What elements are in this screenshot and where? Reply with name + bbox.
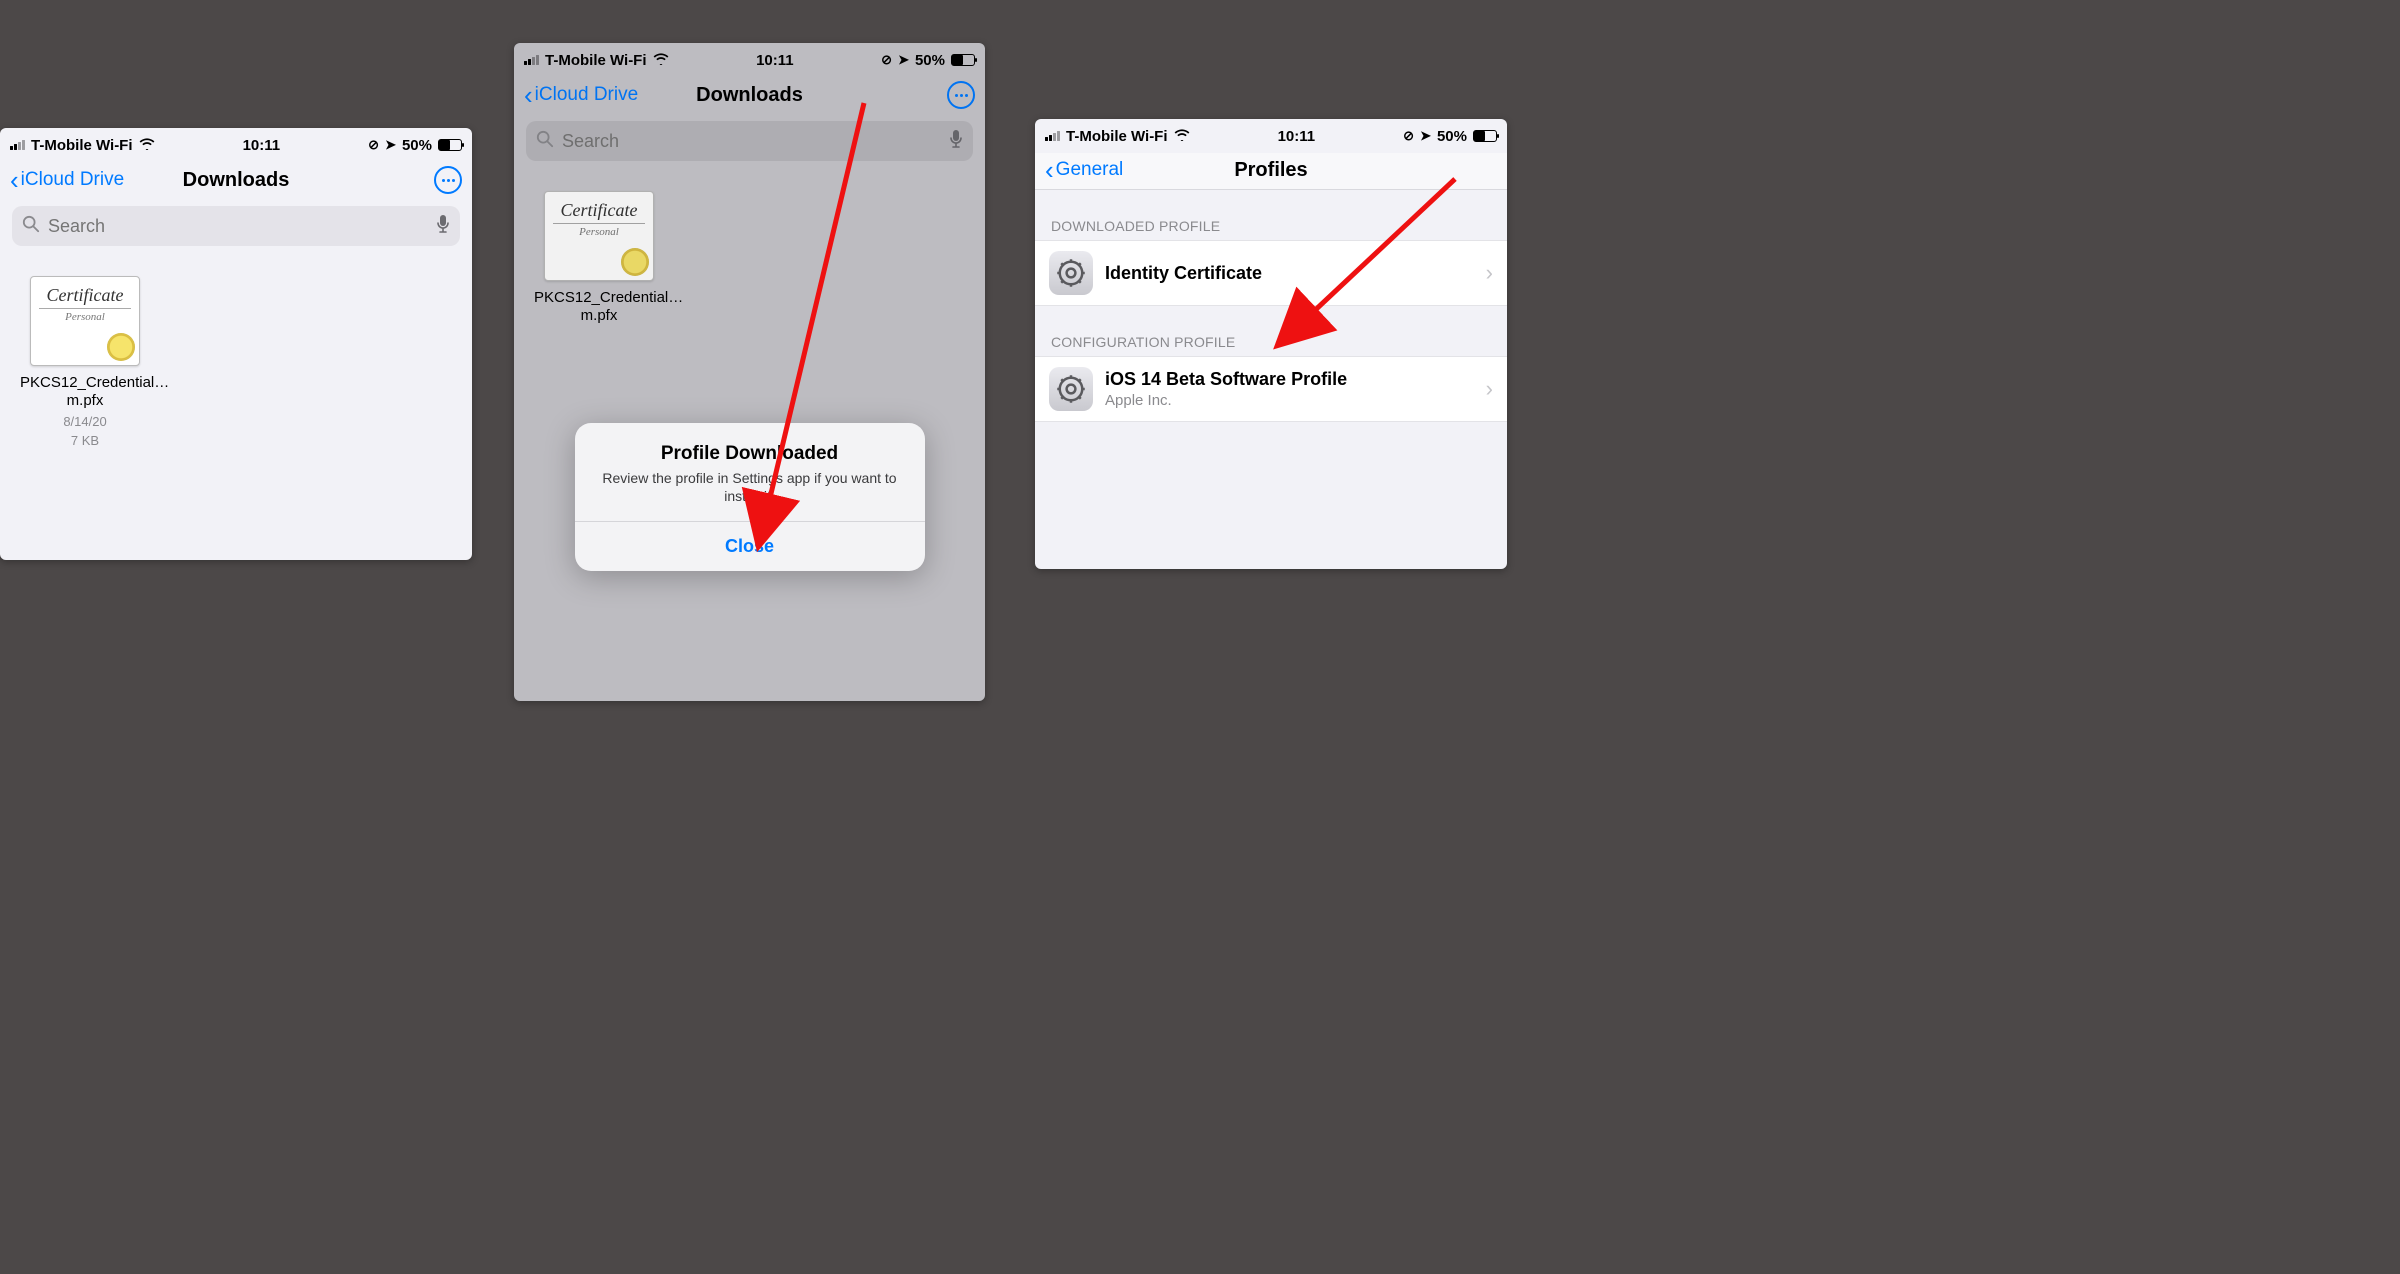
file-item[interactable]: Certificate Personal PKCS12_Credential…m… [20,276,150,448]
section-header-downloaded: DOWNLOADED PROFILE [1035,190,1507,240]
cert-sub: Personal [39,311,131,323]
chevron-right-icon: › [1486,260,1493,286]
carrier-label: T-Mobile Wi-Fi [1066,128,1168,145]
seal-icon [107,333,135,361]
phone-settings: T-Mobile Wi-Fi 10:11 ⊘ ➤ 50% ‹General Pr… [1035,119,1507,569]
row-title: Identity Certificate [1105,263,1474,284]
status-bar: T-Mobile Wi-Fi 10:11 ⊘ ➤ 50% [1035,119,1507,153]
alert-message: Review the profile in Settings app if yo… [593,469,907,505]
alert-title: Profile Downloaded [593,443,907,465]
clock-label: 10:11 [243,137,281,154]
chevron-left-icon: ‹ [1045,157,1054,183]
mic-icon[interactable] [436,214,450,239]
location-icon: ➤ [1420,128,1431,144]
back-label: General [1056,159,1124,181]
profile-row-identity[interactable]: Identity Certificate › [1035,240,1507,306]
search-input[interactable] [48,216,428,237]
chevron-right-icon: › [1486,376,1493,402]
section-header-config: CONFIGURATION PROFILE [1035,306,1507,356]
cert-title: Certificate [39,285,131,309]
gear-icon [1049,251,1093,295]
nav-bar: ‹iCloud Drive Downloads [0,162,472,200]
alert-close-button[interactable]: Close [575,521,925,571]
battery-pct: 50% [402,137,432,154]
rotation-lock-icon: ⊘ [1403,128,1414,144]
profile-row-beta[interactable]: iOS 14 Beta Software Profile Apple Inc. … [1035,356,1507,422]
battery-icon [438,139,462,151]
signal-icon [1045,131,1060,141]
back-label: iCloud Drive [21,169,124,191]
back-button[interactable]: ‹iCloud Drive [10,167,124,193]
file-size: 7 KB [20,433,150,448]
chevron-left-icon: ‹ [10,167,19,193]
nav-bar: ‹General Profiles [1035,153,1507,190]
modal-overlay [514,43,985,701]
wifi-icon [1174,128,1190,144]
row-title: iOS 14 Beta Software Profile [1105,369,1474,390]
more-button[interactable] [434,166,462,194]
signal-icon [10,140,25,150]
certificate-icon: Certificate Personal [30,276,140,366]
search-icon [22,215,40,238]
phone-files-1: T-Mobile Wi-Fi 10:11 ⊘ ➤ 50% ‹iCloud Dri… [0,128,472,560]
status-bar: T-Mobile Wi-Fi 10:11 ⊘ ➤ 50% [0,128,472,162]
file-date: 8/14/20 [20,414,150,429]
battery-icon [1473,130,1497,142]
alert-dialog: Profile Downloaded Review the profile in… [575,423,925,571]
rotation-lock-icon: ⊘ [368,137,379,153]
wifi-icon [139,137,155,153]
search-field[interactable] [12,206,460,246]
back-button[interactable]: ‹General [1045,157,1123,183]
row-subtitle: Apple Inc. [1105,392,1474,409]
phone-files-2: T-Mobile Wi-Fi 10:11 ⊘ ➤ 50% ‹iCloud Dri… [514,43,985,701]
gear-icon [1049,367,1093,411]
battery-pct: 50% [1437,128,1467,145]
file-name: PKCS12_Credential…m.pfx [20,374,150,410]
carrier-label: T-Mobile Wi-Fi [31,137,133,154]
clock-label: 10:11 [1278,128,1316,145]
location-icon: ➤ [385,137,396,153]
